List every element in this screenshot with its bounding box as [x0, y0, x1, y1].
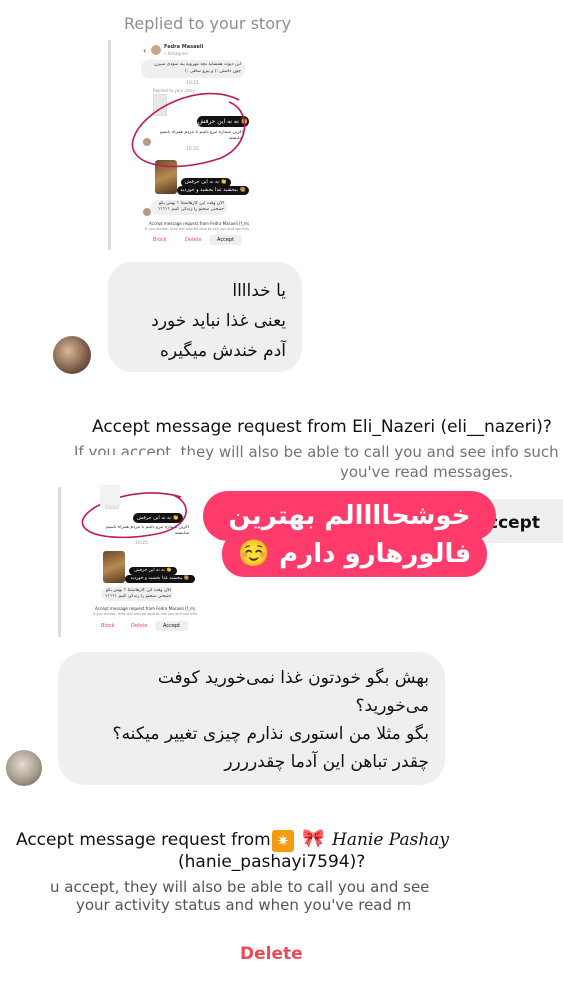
request-display-name: Hanie Pashay [332, 830, 450, 850]
sender-avatar[interactable] [6, 750, 42, 786]
sparkle-icon: ✷ [272, 830, 294, 852]
reply-line: یعنی غذا نباید خورد [151, 311, 286, 331]
top-screenshot: Replied to your story ‹ Fedra Masaeli • … [0, 0, 563, 395]
reply-line: آدم خندش میگیره [160, 341, 286, 361]
overlay-thumb-mini-top [100, 485, 120, 505]
reply-line: بهش بگو خودتون غذا نمی‌خورید کوفت [157, 668, 429, 688]
reply-line: می‌خورید؟ [355, 696, 429, 716]
middle-screenshot: Accept message request from Eli_Nazeri (… [0, 395, 563, 795]
story-thumbnail-overlay[interactable]: نه نه این حرفش 👏 اگرین شماره تیرو دلتیم … [58, 487, 198, 637]
reply-message-bubble[interactable]: بهش بگو خودتون غذا نمی‌خورید کوفت می‌خور… [58, 652, 445, 785]
request-info: u accept, they will also be able to call… [50, 878, 430, 896]
reply-line: چقدر تباهن این آدما چقدرررر [224, 752, 429, 772]
reply-line: بگو مثلا من استوری نذارم چیزی تغییر میکن… [112, 724, 429, 744]
highlight-circle-annotation [81, 492, 187, 539]
reply-line: یا خداااا [232, 281, 286, 301]
request-username: (hanie_pashayi7594)? [178, 852, 366, 872]
story-thumbnail[interactable]: ‹ Fedra Masaeli • Instagram این دیوث همس… [108, 40, 256, 250]
bottom-screenshot: Accept message request from ✷ 🎀 Hanie Pa… [0, 808, 470, 1000]
request-info: you've read messages. [340, 463, 514, 481]
ribbon-icon: 🎀 [302, 828, 325, 849]
sticker-line1-text: خوشحاااالم بهترین [228, 501, 471, 531]
sticker-text-line2: فالورهارو دارم ☺️ [222, 531, 487, 577]
sender-avatar[interactable] [53, 336, 91, 374]
request-title-prefix: Accept message request from [16, 830, 271, 850]
request-title: Accept message request from Eli_Nazeri (… [92, 417, 552, 437]
replied-to-story-label: Replied to your story [124, 14, 292, 33]
sticker-line2-text: فالورهارو دارم ☺️ [237, 539, 472, 569]
delete-button[interactable]: Delete [240, 944, 303, 964]
reply-message-bubble[interactable]: یا خداااا یعنی غذا نباید خورد آدم خندش م… [108, 262, 302, 372]
request-info: your activity status and when you've rea… [76, 896, 412, 914]
highlight-circle-annotation [131, 92, 246, 168]
